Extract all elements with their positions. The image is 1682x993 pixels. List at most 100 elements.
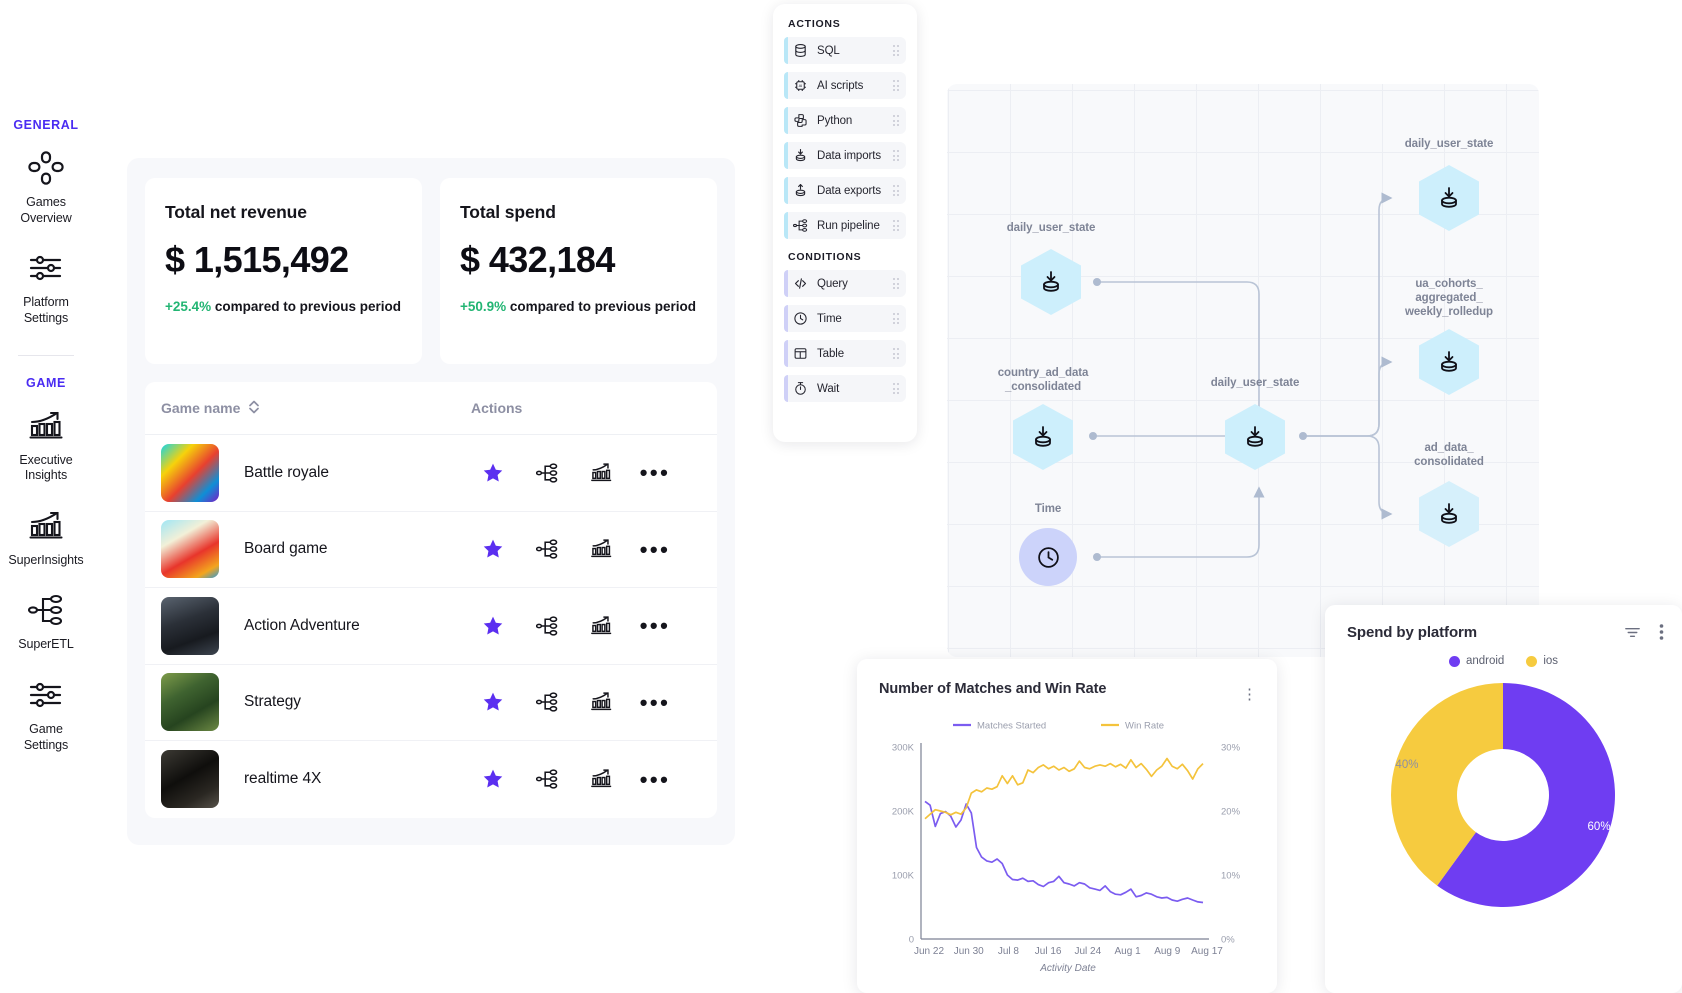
sidebar-item-superinsights[interactable]: SuperInsights xyxy=(0,506,92,569)
share-pipeline-icon[interactable] xyxy=(534,766,560,792)
sidebar-item-label: Executive Insights xyxy=(19,452,73,483)
sidebar-item-label: SuperInsights xyxy=(8,552,84,567)
insights-chart-icon[interactable] xyxy=(588,536,614,562)
sidebar-item-label: SuperETL xyxy=(18,637,74,652)
game-thumbnail xyxy=(161,443,219,502)
more-options-icon[interactable]: ••• xyxy=(640,689,668,715)
palette-item-data-imports[interactable]: Data imports xyxy=(784,142,906,169)
svg-text:Matches Started: Matches Started xyxy=(977,721,1046,732)
palette-item-label: Query xyxy=(817,277,848,290)
line-chart-svg: Matches Started Win Rate 0 100K 200K 300K 0% 10… xyxy=(892,721,1241,975)
palette-item-sql[interactable]: SQL xyxy=(784,37,906,64)
drag-handle-icon[interactable] xyxy=(892,383,899,394)
sidebar-item-superetl[interactable]: SuperETL xyxy=(0,590,92,653)
more-options-icon[interactable]: ••• xyxy=(640,613,668,639)
palette-item-run-pipeline[interactable]: Run pipeline xyxy=(784,212,906,239)
drag-handle-icon[interactable] xyxy=(892,185,899,196)
table-row[interactable]: realtime 4X ••• xyxy=(145,741,717,818)
favorite-star-icon[interactable] xyxy=(480,460,506,486)
share-pipeline-icon[interactable] xyxy=(534,536,560,562)
svg-text:200K: 200K xyxy=(892,807,915,818)
more-options-icon[interactable]: ••• xyxy=(640,536,668,562)
table-row[interactable]: Strategy ••• xyxy=(145,665,717,741)
drag-handle-icon[interactable] xyxy=(892,348,899,359)
table-icon xyxy=(793,346,808,361)
clock-icon xyxy=(1019,528,1077,586)
palette-item-python[interactable]: Python xyxy=(784,107,906,134)
palette-item-ai-scripts[interactable]: AI AI scripts xyxy=(784,72,906,99)
pipeline-node-daily-user-state-1[interactable]: daily_user_state xyxy=(1007,222,1095,315)
game-name: Strategy xyxy=(244,693,301,711)
share-pipeline-icon[interactable] xyxy=(534,460,560,486)
ai-chip-icon: AI xyxy=(793,78,808,93)
svg-text:Aug 9: Aug 9 xyxy=(1154,946,1181,957)
clock-icon xyxy=(793,311,808,326)
column-header-label: Game name xyxy=(161,400,241,416)
table-row[interactable]: Board game ••• xyxy=(145,512,717,588)
palette-item-label: Table xyxy=(817,347,844,360)
sidebar-item-game-settings[interactable]: Game Settings xyxy=(0,675,92,753)
sidebar-divider xyxy=(18,354,74,356)
more-options-icon[interactable]: ⋮ xyxy=(1242,687,1257,702)
pipeline-node-country-ad-data[interactable]: country_ad_data _consolidated xyxy=(998,367,1088,470)
table-row[interactable]: Battle royale ••• xyxy=(145,435,717,512)
sidebar-item-games-overview[interactable]: Games Overview xyxy=(0,148,92,226)
sort-toggle-icon[interactable] xyxy=(248,399,260,418)
game-name: Battle royale xyxy=(244,463,329,481)
kpi-delta-suffix: compared to previous period xyxy=(506,299,696,314)
share-pipeline-icon[interactable] xyxy=(534,613,560,639)
pipeline-node-time[interactable]: Time xyxy=(1019,503,1077,586)
bar-chart-up-icon xyxy=(26,506,66,546)
data-import-icon xyxy=(1419,165,1479,231)
palette-item-data-exports[interactable]: Data exports xyxy=(784,177,906,204)
matches-winrate-chart-card: Number of Matches and Win Rate ⋮ Matches… xyxy=(857,659,1277,993)
palette-item-label: Wait xyxy=(817,382,840,395)
pipeline-tree-icon xyxy=(26,590,66,630)
column-header-game-name[interactable]: Game name xyxy=(161,399,471,418)
legend-item-android[interactable]: android xyxy=(1448,655,1504,667)
sidebar-item-label: Platform Settings xyxy=(23,295,69,325)
favorite-star-icon[interactable] xyxy=(480,766,506,792)
palette-item-wait[interactable]: Wait xyxy=(784,375,906,402)
sidebar-item-executive-insights[interactable]: Executive Insights xyxy=(0,406,92,484)
node-shape xyxy=(1225,404,1285,470)
more-options-icon[interactable]: ••• xyxy=(640,766,668,792)
favorite-star-icon[interactable] xyxy=(480,536,506,562)
legend-item-ios[interactable]: ios xyxy=(1526,655,1558,667)
pipeline-node-daily-user-state-2[interactable]: daily_user_state xyxy=(1211,377,1299,470)
share-pipeline-icon[interactable] xyxy=(534,689,560,715)
data-import-icon xyxy=(1225,404,1285,470)
donut-header: Spend by platform xyxy=(1325,623,1682,641)
drag-handle-icon[interactable] xyxy=(892,220,899,231)
sidebar-group-label-game: GAME xyxy=(26,375,66,390)
drag-handle-icon[interactable] xyxy=(892,80,899,91)
favorite-star-icon[interactable] xyxy=(480,689,506,715)
pipeline-node-ua-cohorts[interactable]: ua_cohorts_ aggregated_ weekly_rolledup xyxy=(1405,278,1493,395)
insights-chart-icon[interactable] xyxy=(588,689,614,715)
spend-by-platform-card: Spend by platform android ios 60% 40% xyxy=(1325,605,1682,993)
drag-handle-icon[interactable] xyxy=(892,115,899,126)
palette-item-query[interactable]: Query xyxy=(784,270,906,297)
data-import-icon xyxy=(1419,329,1479,395)
pipeline-node-daily-user-state-3[interactable]: daily_user_state xyxy=(1405,138,1493,231)
drag-handle-icon[interactable] xyxy=(892,45,899,56)
sidebar-item-platform-settings[interactable]: Platform Settings xyxy=(0,248,92,326)
svg-text:100K: 100K xyxy=(892,871,915,882)
palette-item-table[interactable]: Table xyxy=(784,340,906,367)
sidebar: GENERAL Games Overview Platform Settings… xyxy=(0,0,92,993)
drag-handle-icon[interactable] xyxy=(892,278,899,289)
favorite-star-icon[interactable] xyxy=(480,613,506,639)
pipeline-canvas[interactable]: daily_user_state country_ad_data _consol… xyxy=(947,84,1539,657)
insights-chart-icon[interactable] xyxy=(588,766,614,792)
more-options-icon[interactable] xyxy=(1659,623,1664,641)
filter-icon[interactable] xyxy=(1624,624,1641,641)
palette-item-time[interactable]: Time xyxy=(784,305,906,332)
code-brackets-icon xyxy=(793,276,808,291)
table-row[interactable]: Action Adventure ••• xyxy=(145,588,717,665)
pipeline-node-ad-data-consolidated[interactable]: ad_data_ consolidated xyxy=(1414,442,1484,547)
drag-handle-icon[interactable] xyxy=(892,313,899,324)
drag-handle-icon[interactable] xyxy=(892,150,899,161)
insights-chart-icon[interactable] xyxy=(588,460,614,486)
more-options-icon[interactable]: ••• xyxy=(640,460,668,486)
insights-chart-icon[interactable] xyxy=(588,613,614,639)
